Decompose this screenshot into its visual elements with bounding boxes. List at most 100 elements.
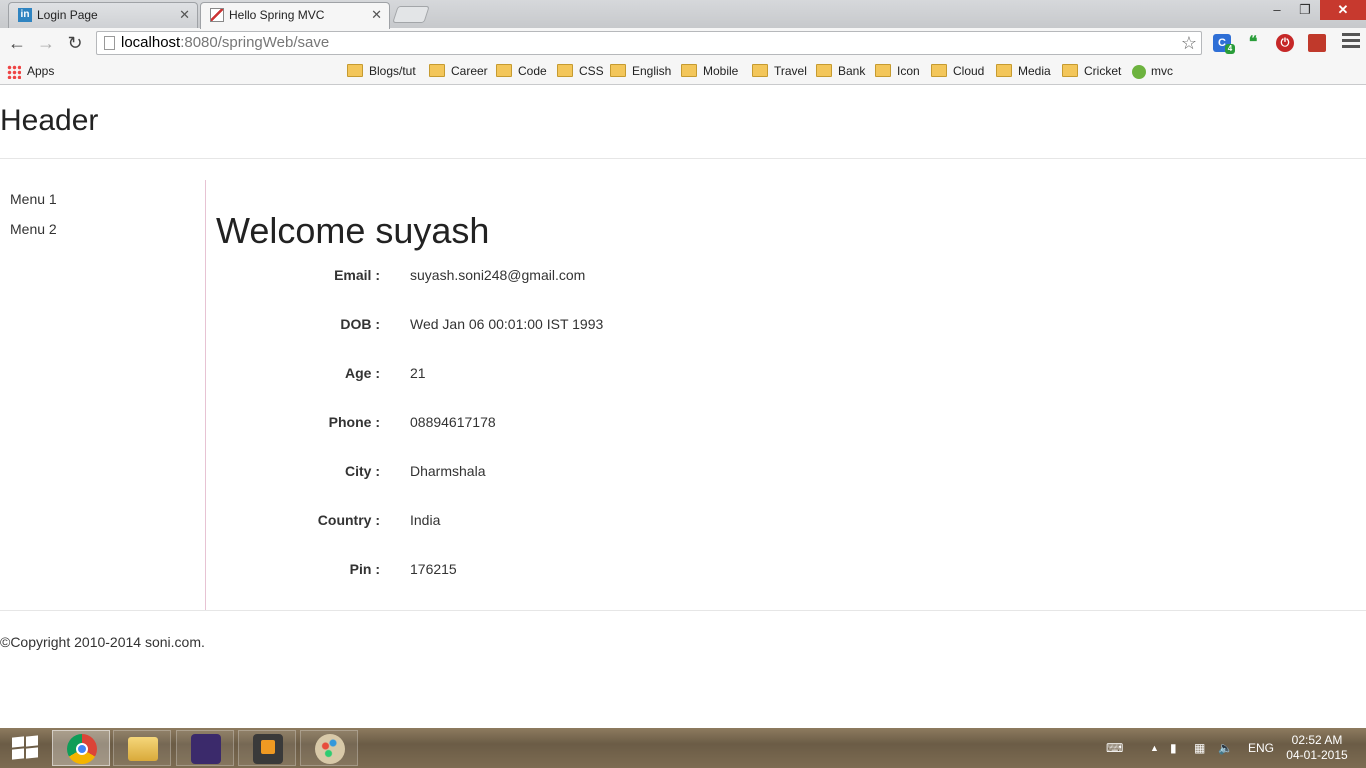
folder-icon: [429, 64, 445, 78]
extension-badge: 4: [1225, 44, 1235, 54]
bookmarks-bar: Apps Blogs/tut Career Code CSS English M…: [0, 58, 1366, 85]
url-text: localhost:8080/springWeb/save: [121, 34, 330, 51]
restore-icon[interactable]: ❐: [1290, 0, 1320, 20]
bookmark-folder-icon[interactable]: Icon: [875, 62, 920, 80]
bookmark-folder-cloud[interactable]: Cloud: [931, 62, 984, 80]
close-window-icon[interactable]: ✕: [1320, 0, 1366, 20]
field-age: Age : 21: [216, 365, 816, 385]
page-favicon-icon: [210, 8, 224, 22]
field-value: 21: [410, 365, 426, 381]
bookmark-folder-career[interactable]: Career: [429, 62, 488, 80]
show-hidden-icons[interactable]: ▲: [1150, 728, 1159, 768]
field-value: suyash.soni248@gmail.com: [410, 267, 586, 283]
bookmark-folder-mobile[interactable]: Mobile: [681, 62, 738, 80]
field-value: Wed Jan 06 00:01:00 IST 1993: [410, 316, 604, 332]
taskbar-java-ee-ide[interactable]: [176, 730, 234, 766]
field-email: Email : suyash.soni248@gmail.com: [216, 267, 816, 287]
field-label: Pin :: [349, 561, 380, 577]
field-value: 176215: [410, 561, 457, 577]
battery-icon[interactable]: ▮: [1170, 728, 1177, 768]
clock-time: 02:52 AM: [1291, 733, 1343, 747]
spring-leaf-icon: [1132, 64, 1146, 79]
bookmark-mvc[interactable]: mvc: [1132, 62, 1173, 80]
tab-title: Login Page: [37, 8, 98, 22]
bookmark-folder-bank[interactable]: Bank: [816, 62, 865, 80]
folder-icon: [816, 64, 832, 78]
clock-date: 04-01-2015: [1286, 748, 1348, 762]
bookmark-extension-icon[interactable]: [1308, 34, 1326, 52]
folder-icon: [496, 64, 512, 78]
bookmark-apps[interactable]: Apps: [7, 62, 54, 80]
field-pin: Pin : 176215: [216, 561, 816, 581]
page-icon: [104, 36, 115, 50]
close-tab-icon[interactable]: ✕: [371, 3, 382, 27]
file-explorer-icon: [128, 737, 158, 761]
new-tab-button[interactable]: [392, 6, 430, 23]
power-extension-icon[interactable]: ⏻: [1276, 34, 1294, 52]
field-label: City :: [345, 463, 380, 479]
folder-icon: [610, 64, 626, 78]
folder-icon: [752, 64, 768, 78]
apps-grid-icon: [7, 64, 21, 79]
field-city: City : Dharmshala: [216, 463, 816, 483]
field-label: Phone :: [328, 414, 380, 430]
field-label: DOB :: [340, 316, 380, 332]
back-icon[interactable]: ←: [5, 31, 29, 55]
volume-icon[interactable]: 🔈: [1218, 728, 1233, 768]
main-content: Welcome suyash Email : suyash.soni248@gm…: [216, 180, 1316, 610]
field-country: Country : India: [216, 512, 816, 532]
bookmark-folder-cricket[interactable]: Cricket: [1062, 62, 1121, 80]
tab-login-page[interactable]: in Login Page ✕: [8, 2, 198, 28]
bookmark-folder-code[interactable]: Code: [496, 62, 547, 80]
sidebar-menu: Menu 1 Menu 2: [0, 180, 206, 610]
folder-icon: [347, 64, 363, 78]
bookmark-folder-media[interactable]: Media: [996, 62, 1051, 80]
paint-icon: [315, 734, 345, 764]
chrome-menu-icon[interactable]: [1342, 33, 1360, 51]
welcome-heading: Welcome suyash: [216, 210, 490, 251]
address-bar[interactable]: localhost:8080/springWeb/save ☆: [96, 31, 1202, 55]
field-phone: Phone : 08894617178: [216, 414, 816, 434]
network-icon[interactable]: ▦: [1194, 728, 1205, 768]
folder-icon: [557, 64, 573, 78]
taskbar-chrome[interactable]: [52, 730, 110, 766]
field-label: Country :: [317, 512, 380, 528]
page-header: Header: [0, 85, 1366, 159]
chrome-icon: [67, 734, 97, 764]
reload-icon[interactable]: ↻: [63, 31, 87, 55]
forward-icon[interactable]: →: [34, 31, 58, 55]
minimize-icon[interactable]: –: [1262, 0, 1292, 20]
bookmark-folder-english[interactable]: English: [610, 62, 671, 80]
linkedin-icon: in: [18, 8, 32, 22]
bookmark-folder-css[interactable]: CSS: [557, 62, 604, 80]
taskbar-sublime[interactable]: [238, 730, 296, 766]
field-label: Email :: [334, 267, 380, 283]
menu-item-1[interactable]: Menu 1: [10, 191, 57, 207]
field-value: India: [410, 512, 441, 528]
folder-icon: [996, 64, 1012, 78]
close-tab-icon[interactable]: ✕: [179, 3, 190, 27]
taskbar-paint[interactable]: [300, 730, 358, 766]
windows-start-icon[interactable]: [10, 735, 38, 760]
language-indicator[interactable]: ENG: [1248, 728, 1274, 768]
bookmark-folder-travel[interactable]: Travel: [752, 62, 807, 80]
system-clock[interactable]: 02:52 AM 04-01-2015: [1282, 733, 1352, 763]
tab-strip: in Login Page ✕ Hello Spring MVC ✕ – ❐ ✕: [0, 0, 1366, 29]
page-footer: ©Copyright 2010-2014 soni.com.: [0, 610, 1366, 671]
field-dob: DOB : Wed Jan 06 00:01:00 IST 1993: [216, 316, 816, 336]
taskbar-file-explorer[interactable]: [113, 730, 171, 766]
bookmark-star-icon[interactable]: ☆: [1181, 32, 1197, 54]
menu-item-2[interactable]: Menu 2: [10, 221, 57, 237]
keyboard-icon[interactable]: ⌨: [1106, 728, 1123, 768]
bookmark-folder-blogs[interactable]: Blogs/tut: [347, 62, 416, 80]
field-value: 08894617178: [410, 414, 496, 430]
folder-icon: [931, 64, 947, 78]
tab-hello-spring-mvc[interactable]: Hello Spring MVC ✕: [200, 2, 390, 29]
java-ee-ide-icon: [191, 734, 221, 764]
web-page: Header Menu 1 Menu 2 Welcome suyash Emai…: [0, 85, 1366, 728]
field-label: Age :: [345, 365, 380, 381]
hangouts-icon[interactable]: ❝: [1244, 34, 1262, 52]
browser-toolbar: ← → ↻ localhost:8080/springWeb/save ☆ C …: [0, 28, 1366, 58]
taskbar: ⌨ ▲ ▮ ▦ 🔈 ENG 02:52 AM 04-01-2015: [0, 728, 1366, 768]
copyright-text: ©Copyright 2010-2014 soni.com.: [0, 634, 205, 650]
